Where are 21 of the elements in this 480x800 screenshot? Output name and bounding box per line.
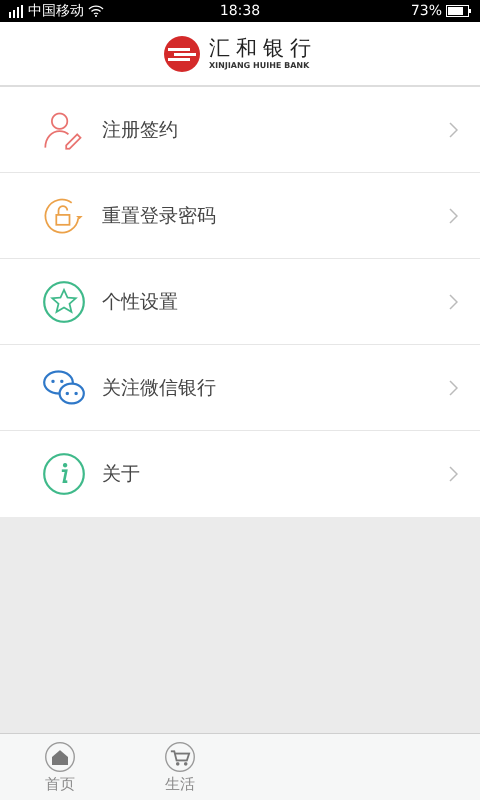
- carrier-name: 中国移动: [28, 4, 84, 18]
- menu-item[interactable]: 重置登录密码: [0, 173, 480, 259]
- clock-time: 18:38: [220, 4, 260, 18]
- menu-item[interactable]: 注册签约: [0, 87, 480, 173]
- chevron-right-icon: [449, 122, 458, 138]
- bank-subtitle: XINJIANG HUIHE BANK: [209, 62, 310, 70]
- battery-icon: [446, 5, 472, 17]
- menu-item[interactable]: 关注微信银行: [0, 345, 480, 431]
- signal-icon: [8, 4, 24, 18]
- bank-name: 汇和银行: [209, 38, 317, 58]
- chevron-right-icon: [449, 380, 458, 396]
- chevron-right-icon: [449, 208, 458, 224]
- chevron-right-icon: [449, 466, 458, 482]
- cart-icon: [164, 740, 196, 772]
- battery-percent: 73%: [410, 4, 442, 18]
- menu-item[interactable]: 关于: [0, 431, 480, 517]
- bank-logo-icon: [163, 34, 201, 72]
- home-icon: [44, 740, 76, 772]
- chevron-right-icon: [449, 294, 458, 310]
- wifi-icon: [88, 5, 104, 17]
- menu-item[interactable]: 个性设置: [0, 259, 480, 345]
